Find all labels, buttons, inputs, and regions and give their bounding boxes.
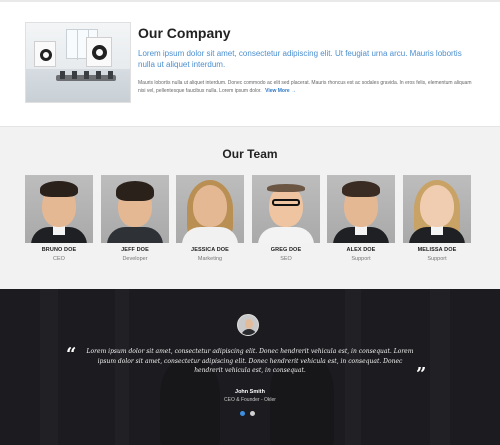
company-title: Our Company xyxy=(138,25,231,41)
member-photo[interactable] xyxy=(25,175,93,243)
member-name: JEFF DOE xyxy=(121,247,149,253)
member-name: JESSICA DOE xyxy=(191,247,229,253)
company-section: Our Company Lorem ipsum dolor sit amet, … xyxy=(0,2,500,126)
member-role: Developer xyxy=(122,256,148,262)
member-name: GREG DOE xyxy=(270,247,302,253)
carousel-dot-1[interactable] xyxy=(240,411,245,416)
member-photo[interactable] xyxy=(403,175,471,243)
company-title-bold: Company xyxy=(166,25,231,41)
team-section: Our Team BRUNO DOE CEO JEFF DOE Develope… xyxy=(0,126,500,289)
member-name: BRUNO DOE xyxy=(41,247,77,253)
quote-close-icon: ” xyxy=(416,364,427,385)
testimonial-author-role: CEO & Founder - Okler xyxy=(224,397,276,403)
member-role: Support xyxy=(351,256,371,262)
testimonial-quote: Lorem ipsum dolor sit amet, consectetur … xyxy=(86,348,414,374)
testimonial-author-name: John Smith xyxy=(235,389,265,395)
member-role: SEO xyxy=(280,256,292,262)
member-photo[interactable] xyxy=(327,175,395,243)
team-member-jessica[interactable]: JESSICA DOE Marketing xyxy=(175,175,245,262)
carousel-pagination xyxy=(240,411,260,417)
member-name: MELISSA DOE xyxy=(417,247,457,253)
company-body-content: Mauris lobortis nulla ut aliquet interdu… xyxy=(138,80,472,94)
team-member-melissa[interactable]: MELISSA DOE Support xyxy=(402,175,472,262)
team-member-jeff[interactable]: JEFF DOE Developer xyxy=(100,175,170,262)
team-member-bruno[interactable]: BRUNO DOE CEO xyxy=(24,175,94,262)
member-photo[interactable] xyxy=(252,175,320,243)
team-title: Our Team xyxy=(0,147,500,161)
team-title-light: Our xyxy=(222,147,244,161)
member-photo[interactable] xyxy=(101,175,169,243)
carousel-dot-2[interactable] xyxy=(250,411,255,416)
company-body-text: Mauris lobortis nulla ut aliquet interdu… xyxy=(138,79,478,95)
team-member-alex[interactable]: ALEX DOE Support xyxy=(326,175,396,262)
team-member-greg[interactable]: GREG DOE SEO xyxy=(251,175,321,262)
testimonial-avatar xyxy=(237,314,259,336)
member-role: Support xyxy=(427,256,447,262)
team-title-bold: Team xyxy=(247,147,278,161)
member-name: ALEX DOE xyxy=(346,247,376,253)
company-lead-text: Lorem ipsum dolor sit amet, consectetur … xyxy=(138,49,462,69)
quote-open-icon: “ xyxy=(66,344,77,365)
testimonial-section: “ Lorem ipsum dolor sit amet, consectetu… xyxy=(0,289,500,445)
member-photo[interactable] xyxy=(176,175,244,243)
member-role: Marketing xyxy=(197,256,223,262)
company-title-light: Our xyxy=(138,25,163,41)
view-more-link[interactable]: View More → xyxy=(265,88,296,94)
member-role: CEO xyxy=(53,256,65,262)
company-office-image xyxy=(25,22,131,103)
